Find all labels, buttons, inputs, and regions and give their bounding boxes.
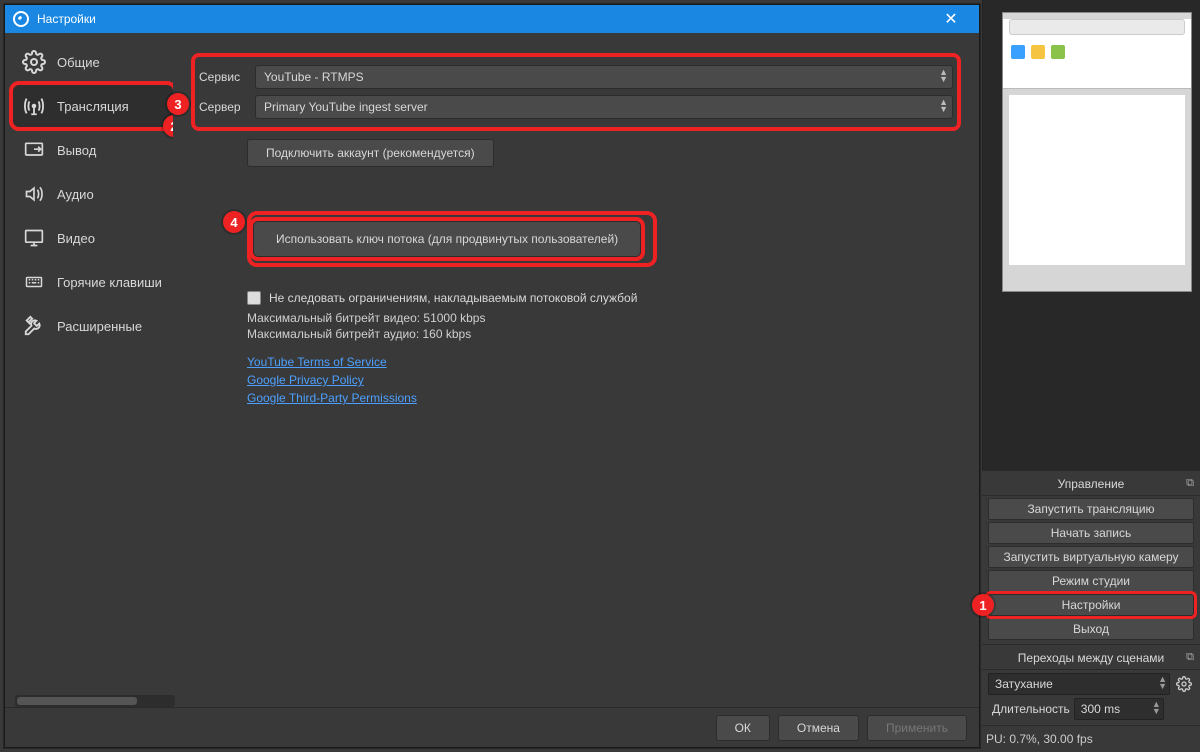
cancel-button[interactable]: Отмена	[778, 715, 859, 741]
sidebar-item-video[interactable]: Видео	[13, 217, 173, 259]
duration-value: 300 ms	[1081, 702, 1120, 716]
status-bar: PU: 0.7%, 30.00 fps	[982, 725, 1200, 752]
start-virtual-camera-button[interactable]: Запустить виртуальную камеру	[988, 546, 1194, 568]
popout-icon[interactable]: ⧉	[1186, 477, 1194, 490]
sidebar-item-audio[interactable]: Аудио	[13, 173, 173, 215]
server-select[interactable]: Primary YouTube ingest server ▲▼	[255, 95, 953, 119]
server-value: Primary YouTube ingest server	[264, 100, 428, 114]
service-select[interactable]: YouTube - RTMPS ▲▼	[255, 65, 953, 89]
sidebar-item-label: Общие	[57, 55, 100, 70]
max-audio-bitrate: Максимальный битрейт аудио: 160 kbps	[247, 327, 961, 341]
server-label: Сервер	[199, 100, 255, 114]
sidebar-item-label: Аудио	[57, 187, 94, 202]
sidebar-item-label: Трансляция	[57, 99, 129, 114]
max-video-bitrate: Максимальный битрейт видео: 51000 kbps	[247, 311, 961, 325]
annotation-badge-3: 3	[167, 93, 189, 115]
exit-button[interactable]: Выход	[988, 618, 1194, 640]
studio-mode-button[interactable]: Режим студии	[988, 570, 1194, 592]
speaker-icon	[21, 183, 47, 205]
service-label: Сервис	[199, 70, 255, 84]
sidebar-item-hotkeys[interactable]: Горячие клавиши	[13, 261, 173, 303]
start-streaming-button[interactable]: Запустить трансляцию	[988, 498, 1194, 520]
transitions-panel-title: Переходы между сценами ⧉	[982, 647, 1200, 670]
antenna-icon	[21, 95, 47, 117]
spinner-icon: ▲▼	[939, 99, 948, 113]
titlebar[interactable]: Настройки ✕	[5, 5, 979, 33]
sidebar-item-label: Вывод	[57, 143, 96, 158]
keyboard-icon	[21, 271, 47, 293]
transition-select[interactable]: Затухание ▲▼	[988, 673, 1170, 695]
settings-dialog: Настройки ✕ Общие Трансляция 2 Вывод А	[4, 4, 980, 748]
settings-button[interactable]: Настройки	[988, 594, 1194, 616]
gear-icon[interactable]	[1174, 674, 1194, 694]
annotation-badge-1: 1	[972, 594, 994, 616]
use-stream-key-group: Использовать ключ потока (для продвинуты…	[247, 211, 657, 267]
sidebar-item-output[interactable]: Вывод	[13, 129, 173, 171]
sidebar-item-label: Расширенные	[57, 319, 142, 334]
spinner-icon: ▲▼	[1158, 676, 1167, 690]
ignore-restrictions-label: Не следовать ограничениям, накладываемым…	[269, 291, 637, 305]
spinner-icon: ▲▼	[1152, 701, 1161, 715]
dialog-button-bar: ОК Отмена Применить	[5, 707, 979, 747]
connect-account-button[interactable]: Подключить аккаунт (рекомендуется)	[247, 139, 494, 167]
transition-value: Затухание	[995, 677, 1053, 691]
gear-icon	[21, 51, 47, 73]
transitions-title-label: Переходы между сценами	[1018, 651, 1164, 665]
sidebar-scrollbar[interactable]	[15, 695, 173, 707]
controls-title-label: Управление	[1058, 477, 1125, 491]
window-title: Настройки	[37, 12, 96, 26]
apply-button[interactable]: Применить	[867, 715, 967, 741]
youtube-tos-link[interactable]: YouTube Terms of Service	[247, 355, 387, 369]
settings-content: Сервис YouTube - RTMPS ▲▼ Сервер Primary…	[173, 33, 979, 707]
service-value: YouTube - RTMPS	[264, 70, 364, 84]
popout-icon[interactable]: ⧉	[1186, 651, 1194, 664]
obs-logo-icon	[13, 11, 29, 27]
sidebar-item-label: Горячие клавиши	[57, 275, 162, 290]
tools-icon	[21, 315, 47, 337]
google-thirdparty-link[interactable]: Google Third-Party Permissions	[247, 391, 417, 405]
output-icon	[21, 139, 47, 161]
monitor-icon	[21, 227, 47, 249]
ok-button[interactable]: ОК	[716, 715, 770, 741]
controls-panel-title: Управление ⧉	[982, 473, 1200, 496]
service-server-group: Сервис YouTube - RTMPS ▲▼ Сервер Primary…	[191, 53, 961, 131]
sidebar-item-stream[interactable]: Трансляция	[13, 85, 173, 127]
spinner-icon: ▲▼	[939, 69, 948, 83]
sidebar-item-general[interactable]: Общие	[13, 41, 173, 83]
start-recording-button[interactable]: Начать запись	[988, 522, 1194, 544]
duration-input[interactable]: 300 ms ▲▼	[1074, 698, 1164, 720]
ignore-restrictions-checkbox[interactable]	[247, 291, 261, 305]
settings-sidebar: Общие Трансляция 2 Вывод Аудио Видео	[5, 33, 173, 707]
google-privacy-link[interactable]: Google Privacy Policy	[247, 373, 364, 387]
sidebar-item-advanced[interactable]: Расширенные	[13, 305, 173, 347]
close-icon[interactable]: ✕	[931, 9, 971, 29]
annotation-badge-4: 4	[223, 211, 245, 233]
duration-label: Длительность	[988, 702, 1070, 716]
controls-panel: Управление ⧉ Запустить трансляцию Начать…	[982, 470, 1200, 752]
sidebar-item-label: Видео	[57, 231, 95, 246]
browser-window-capture	[1002, 12, 1192, 292]
use-stream-key-button[interactable]: Использовать ключ потока (для продвинуты…	[253, 221, 641, 257]
